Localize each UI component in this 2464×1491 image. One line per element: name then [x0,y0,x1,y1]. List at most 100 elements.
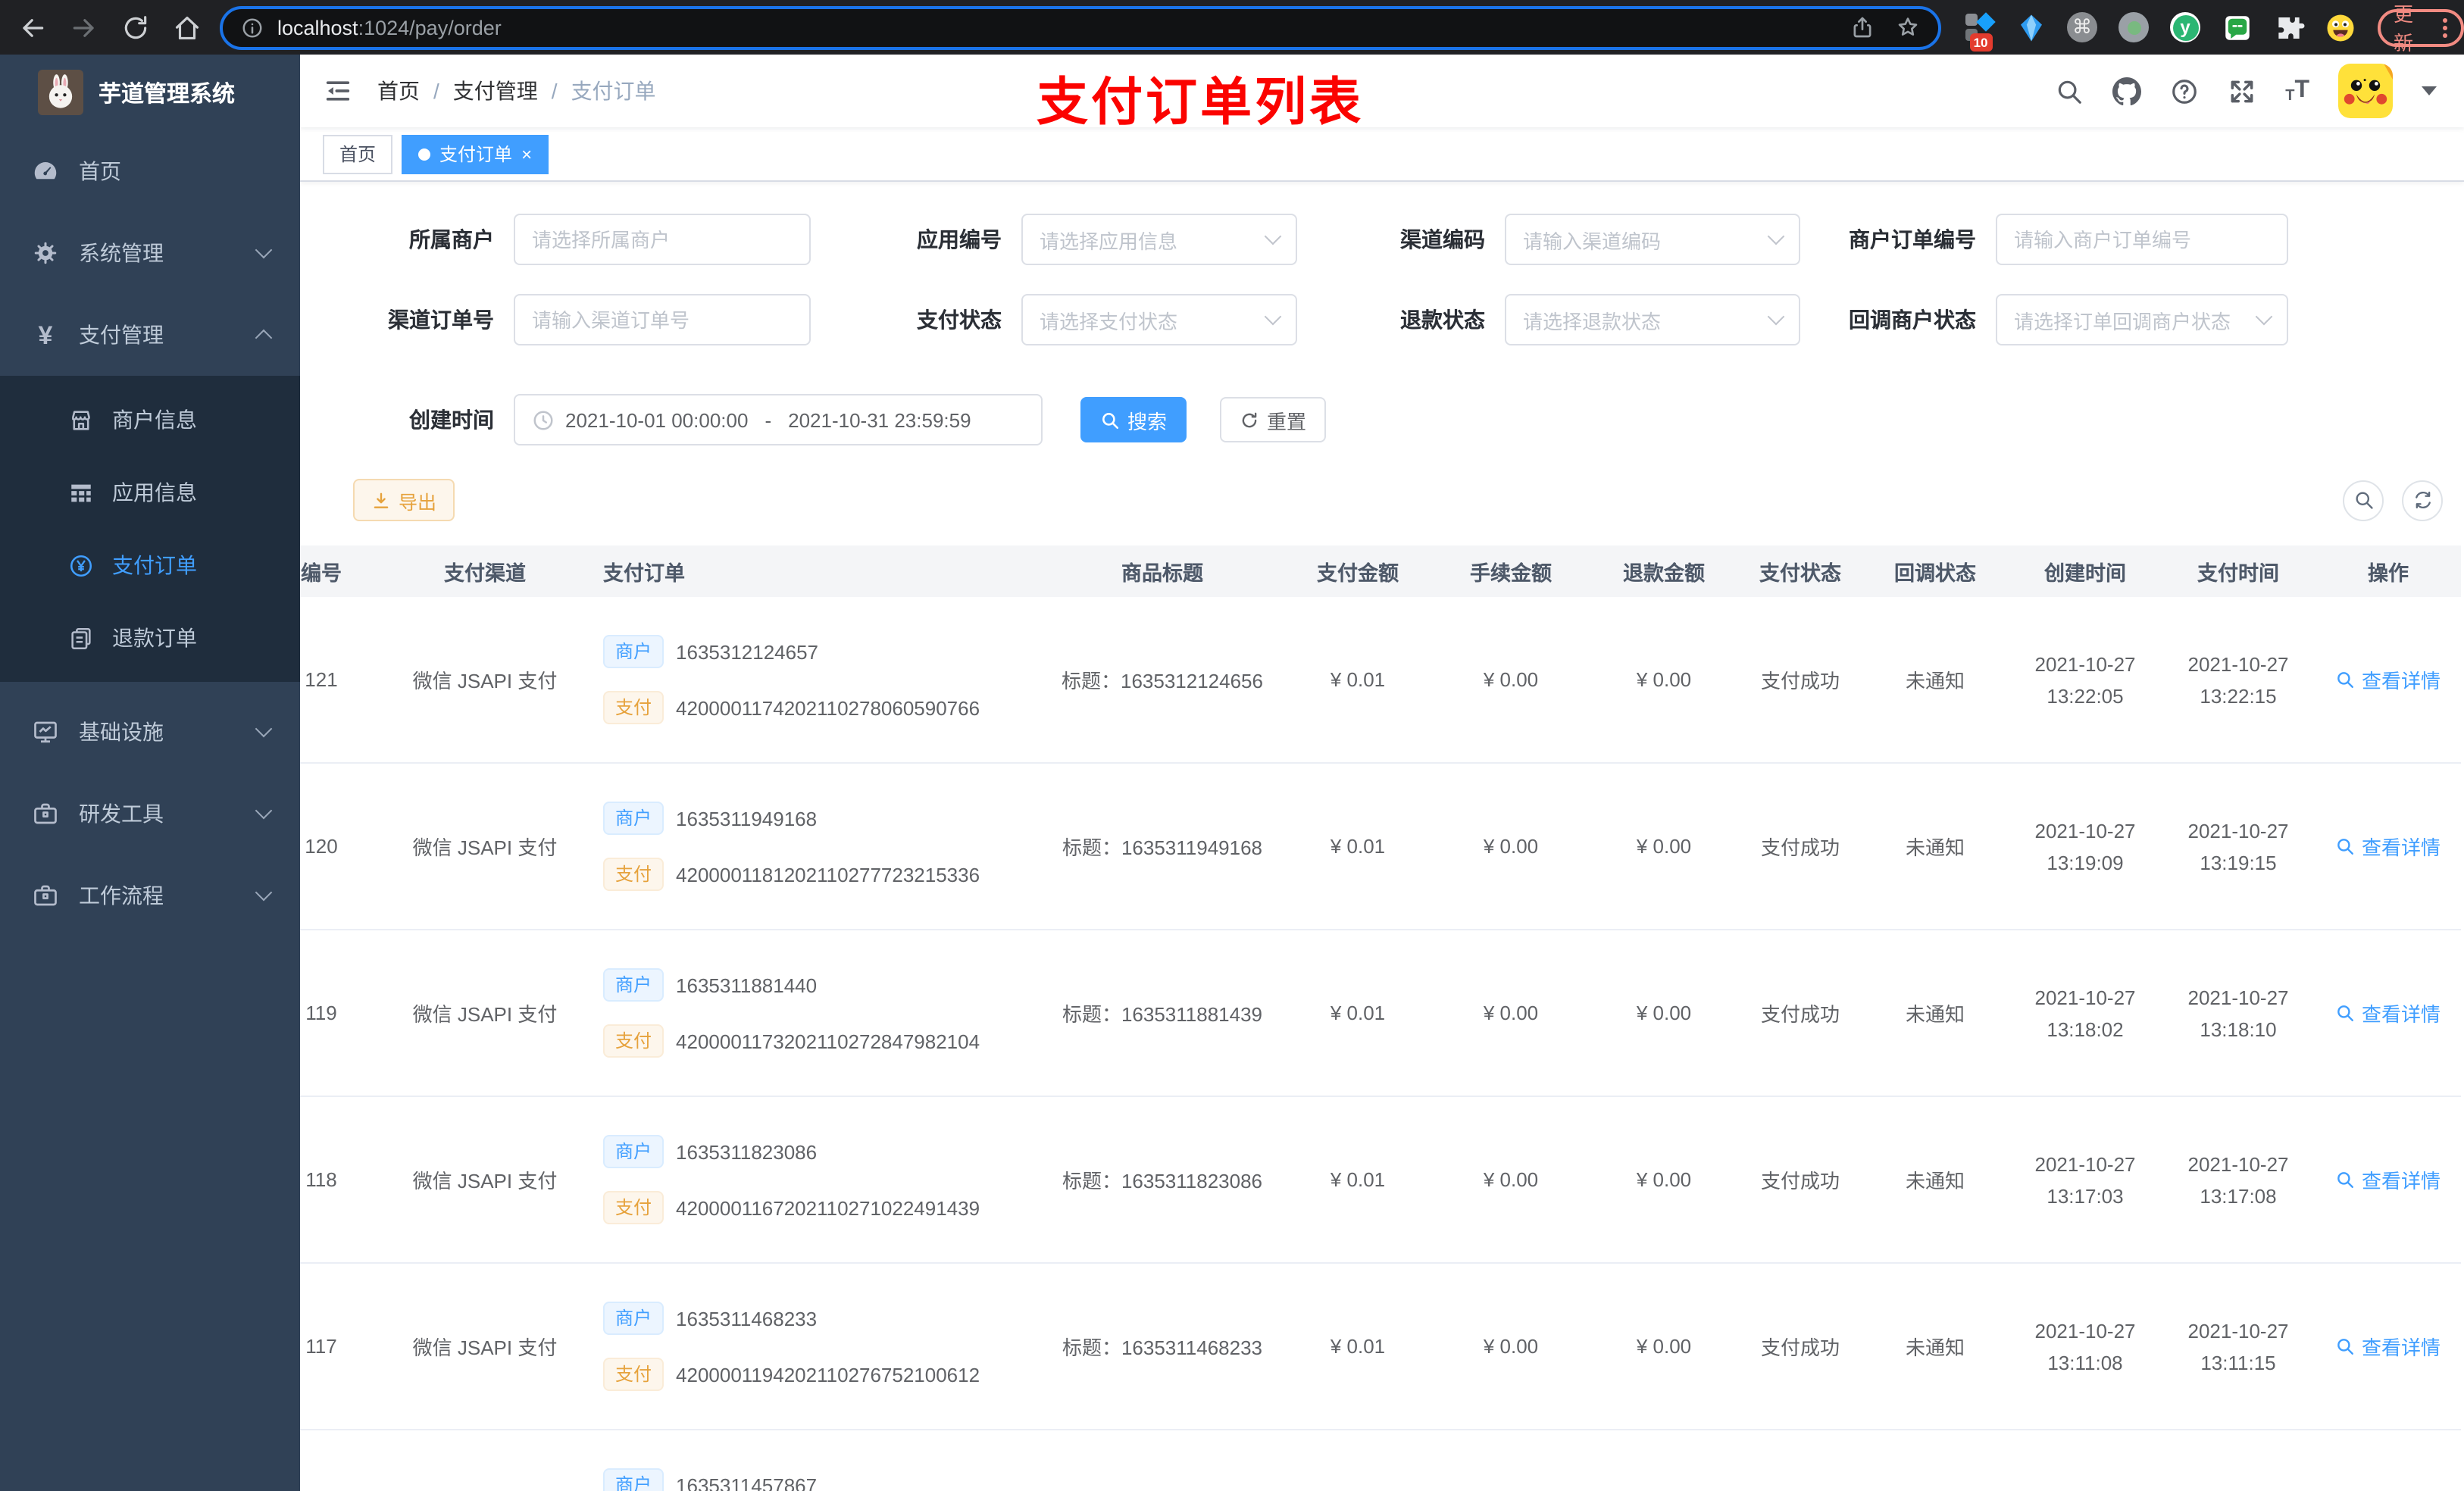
sidebar-fold-icon[interactable] [323,76,353,106]
extension-y-icon[interactable]: y [2169,11,2201,43]
view-detail-link[interactable]: 查看详情 [2336,832,2441,861]
refund-status-select[interactable]: 请选择退款状态 [1505,294,1800,345]
reload-icon[interactable] [121,13,150,42]
update-label: 更新 [2394,3,2414,55]
chevron-down-icon [255,241,273,259]
pay-order-no: 4200001167202110271022491439 [676,1196,980,1219]
merchant-order-no-input[interactable] [1996,214,2288,265]
breadcrumb-home[interactable]: 首页 [377,76,420,106]
create-time-range[interactable]: 2021-10-01 00:00:00 - 2021-10-31 23:59:5… [514,394,1043,445]
extension-puzzle-icon[interactable] [2272,11,2304,43]
pay-amount: ¥ 0.01 [1330,1168,1386,1191]
export-button[interactable]: 导出 [353,479,455,521]
create-time-cell: 2021-10-27 13:18:02 [2034,986,2136,1040]
top-navbar: 首页 / 支付管理 / 支付订单 支付订单列表 TT [300,55,2464,132]
extension-chat-icon[interactable] [2221,11,2253,43]
merchant-order-no-field[interactable] [2014,228,2270,251]
browser-chrome: localhost:1024/pay/order 10 ⌘ y 更新 [0,0,2464,55]
merchant-tag: 商户 [603,635,664,668]
site-info-icon[interactable] [241,16,264,39]
browser-menu-dots-icon[interactable] [2443,17,2447,37]
notify-status: 未通知 [1905,670,1965,692]
show-search-toggle-button[interactable] [2343,480,2384,520]
url-bar[interactable]: localhost:1024/pay/order [220,5,1941,49]
extension-emoji-icon[interactable] [2324,11,2356,43]
merchant-order-no: 1635311457867 [676,1474,818,1491]
sidebar-item-system[interactable]: 系统管理 [0,212,300,294]
notify-status-select[interactable]: 请选择订单回调商户状态 [1996,294,2288,345]
sidebar-item-workflow[interactable]: 工作流程 [0,855,300,936]
merchant-input-field[interactable] [532,228,793,251]
channel-order-no-field[interactable] [532,308,793,331]
sidebar-item-devtools[interactable]: 研发工具 [0,773,300,855]
tab-close-icon[interactable]: × [521,143,532,164]
order-id: 120 [305,835,338,858]
sidebar-item-merchant-info[interactable]: 商户信息 [0,383,300,456]
date-start: 2021-10-01 00:00:00 [565,408,749,431]
field-label: 渠道编码 [1400,227,1485,252]
view-detail-link[interactable]: 查看详情 [2336,665,2441,694]
help-icon[interactable] [2170,77,2199,105]
forward-icon[interactable] [70,13,98,42]
font-size-icon[interactable]: TT [2285,77,2309,105]
pay-status-select[interactable]: 请选择支付状态 [1021,294,1297,345]
channel-order-no-input[interactable] [514,294,811,345]
merchant-tag: 商户 [603,968,664,1002]
search-button[interactable]: 搜索 [1080,397,1187,442]
search-icon[interactable] [2055,77,2084,105]
reset-button[interactable]: 重置 [1220,397,1327,442]
avatar-caret-icon[interactable] [2422,86,2437,95]
goods-title: 标题：1635311468233 [1062,1336,1263,1359]
sidebar-item-pay-order[interactable]: 支付订单 [0,529,300,602]
col-header: 商品标题 [1121,562,1203,585]
pay-channel: 微信 JSAPI 支付 [412,670,558,692]
sidebar-item-refund-order[interactable]: 退款订单 [0,602,300,674]
pay-order-no: 4200001173202110272847982104 [676,1030,980,1052]
toolbox-icon [32,800,59,827]
home-icon[interactable] [173,13,202,42]
github-icon[interactable] [2112,77,2142,105]
extension-squares-icon[interactable]: 10 [1963,11,1995,51]
share-icon[interactable] [1850,15,1874,39]
pay-order-cell: 商户 1635312124657 支付 42000011742021102780… [588,635,1043,724]
sidebar-item-app-info[interactable]: 应用信息 [0,456,300,529]
app-logo[interactable]: 芋道管理系统 [0,55,300,130]
pay-channel: 微信 JSAPI 支付 [412,1170,558,1192]
table-header: 编号 支付渠道 支付订单 商品标题 支付金额 手续金额 退款金额 支付状态 回调… [300,545,2461,597]
sidebar-item-home[interactable]: 首页 [0,130,300,212]
view-detail-link[interactable]: 查看详情 [2336,1332,2441,1361]
extension-dot-icon[interactable] [2118,11,2150,43]
tab-pay-order[interactable]: 支付订单 × [402,134,549,173]
avatar[interactable] [2338,64,2393,118]
pay-status: 支付成功 [1760,670,1840,692]
tab-home[interactable]: 首页 [323,134,393,173]
order-id: 118 [305,1168,337,1191]
merchant-tag: 商户 [603,1135,664,1168]
sidebar-item-infra[interactable]: 基础设施 [0,691,300,773]
browser-update-button[interactable]: 更新 [2377,3,2464,55]
channel-code-select[interactable]: 请输入渠道编码 [1505,214,1800,265]
refresh-table-button[interactable] [2402,480,2443,520]
action-cell: 查看详情 [2315,999,2461,1027]
create-time-cell: 2021-10-27 13:19:09 [2034,819,2136,874]
orders-table: 编号 支付渠道 支付订单 商品标题 支付金额 手续金额 退款金额 支付状态 回调… [300,545,2464,1491]
pay-amount: ¥ 0.01 [1330,1335,1386,1358]
action-cell: 查看详情 [2315,832,2461,861]
col-header: 回调状态 [1894,562,1976,585]
chevron-down-icon [255,883,273,902]
back-icon[interactable] [18,13,47,42]
breadcrumb-pay[interactable]: 支付管理 [453,76,538,106]
app-select[interactable]: 请选择应用信息 [1021,214,1297,265]
field-label: 支付状态 [917,308,1002,332]
fullscreen-icon[interactable] [2228,77,2256,105]
view-detail-link[interactable]: 查看详情 [2336,999,2441,1027]
col-header: 支付金额 [1317,562,1399,585]
merchant-input[interactable] [514,214,811,265]
field-label: 应用编号 [917,227,1002,252]
extension-command-icon[interactable]: ⌘ [2066,11,2098,43]
pay-channel: 微信 JSAPI 支付 [412,836,558,859]
bookmark-star-icon[interactable] [1895,15,1919,39]
extension-gem-icon[interactable] [2015,11,2047,43]
sidebar-item-pay[interactable]: ¥ 支付管理 [0,294,300,376]
view-detail-link[interactable]: 查看详情 [2336,1165,2441,1194]
